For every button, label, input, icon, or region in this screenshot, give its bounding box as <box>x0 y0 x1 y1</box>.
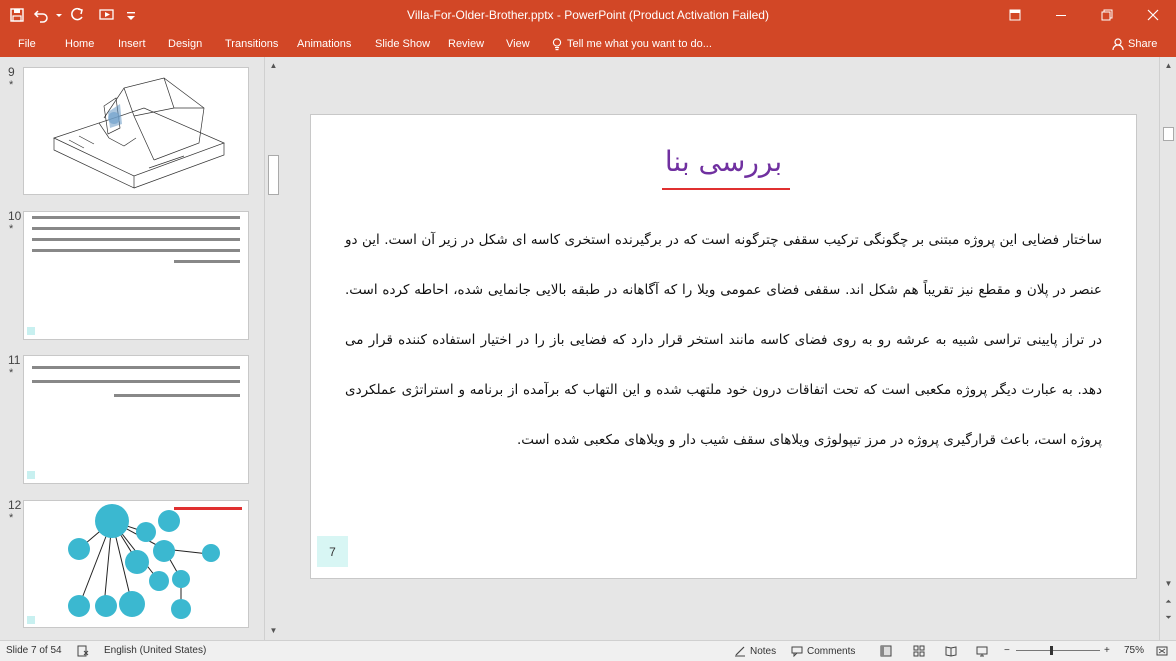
zoom-slider-track[interactable] <box>1016 650 1100 651</box>
minimize-icon[interactable] <box>1038 0 1084 30</box>
title-bar: Villa-For-Older-Brother.pptx - PowerPoin… <box>0 0 1176 30</box>
slide-counter[interactable]: Slide 7 of 54 <box>6 645 62 656</box>
animation-star-icon: * <box>9 512 14 524</box>
thumbnail-page-box <box>27 616 35 624</box>
thumbnail-text-line <box>174 260 240 263</box>
thumbnail-text-line <box>32 380 240 383</box>
thumbnail-number: 10 <box>8 209 22 223</box>
scroll-up-icon[interactable]: ▲ <box>265 59 282 73</box>
slide-scrollbar[interactable]: ▲ ▼ ⏶ ⏷ <box>1159 57 1176 640</box>
notes-icon <box>735 646 745 657</box>
zoom-level[interactable]: 75% <box>1124 645 1144 656</box>
thumbnail-text-line <box>32 238 240 241</box>
thumbnail-number: 11 <box>8 353 21 367</box>
lightbulb-icon <box>552 37 562 50</box>
close-icon[interactable] <box>1130 0 1176 30</box>
thumbnail-text-line <box>32 216 240 219</box>
fit-slide-icon[interactable] <box>1156 645 1168 657</box>
villa-axonometric-drawing <box>53 77 225 189</box>
thumbnail-number: 9 <box>8 65 15 79</box>
title-underline <box>662 188 790 190</box>
tab-slide-show[interactable]: Slide Show <box>375 35 430 53</box>
slide-thumbnail-11[interactable] <box>23 355 249 484</box>
current-slide[interactable]: بررسی بنا ساختار فضایی این پروژه مبتنی ب… <box>310 114 1137 579</box>
slide-thumbnail-10[interactable] <box>23 211 249 340</box>
zoom-out-icon[interactable]: − <box>1004 645 1010 656</box>
tab-animations[interactable]: Animations <box>297 35 351 53</box>
scroll-down-icon[interactable]: ▼ <box>265 624 282 638</box>
comments-label: Comments <box>807 645 856 657</box>
tab-transitions[interactable]: Transitions <box>225 35 278 53</box>
tab-home[interactable]: Home <box>65 35 94 53</box>
slide-thumbnail-9[interactable] <box>23 67 249 195</box>
thumbnail-number: 12 <box>8 498 22 512</box>
status-bar: Slide 7 of 54 English (United States) No… <box>0 640 1176 661</box>
thumbnail-page-box <box>27 327 35 335</box>
normal-view-icon[interactable] <box>880 645 892 657</box>
ribbon-tabs: File Home Insert Design Transitions Anim… <box>0 30 1176 57</box>
tell-me-box[interactable]: Tell me what you want to do... <box>552 35 712 53</box>
slide-editing-area: بررسی بنا ساختار فضایی این پروژه مبتنی ب… <box>282 57 1159 640</box>
language-indicator[interactable]: English (United States) <box>104 645 206 656</box>
tab-file[interactable]: File <box>18 35 36 53</box>
thumbnail-text-line <box>32 227 240 230</box>
slide-page-number: 7 <box>317 536 348 567</box>
tab-insert[interactable]: Insert <box>118 35 146 53</box>
scroll-up-icon[interactable]: ▲ <box>1160 59 1176 73</box>
thumbnail-scrollbar[interactable]: ▲ ▼ <box>264 57 281 640</box>
thumbnail-text-line <box>32 366 240 369</box>
animation-star-icon: * <box>9 223 14 235</box>
slide-sorter-icon[interactable] <box>913 645 925 657</box>
zoom-in-icon[interactable]: + <box>1104 645 1110 656</box>
notes-button[interactable]: Notes <box>734 645 776 657</box>
scrollbar-thumb[interactable] <box>268 155 279 195</box>
previous-slide-icon[interactable]: ⏶ <box>1160 595 1176 609</box>
scroll-down-icon[interactable]: ▼ <box>1160 577 1176 591</box>
slide-thumbnail-12[interactable] <box>23 500 249 628</box>
tab-design[interactable]: Design <box>168 35 202 53</box>
animation-star-icon: * <box>9 79 14 91</box>
tell-me-text: Tell me what you want to do... <box>567 38 712 50</box>
restore-icon[interactable] <box>1084 0 1130 30</box>
comment-icon <box>791 646 803 657</box>
spelling-check-icon[interactable] <box>77 645 89 657</box>
reading-view-icon[interactable] <box>945 645 957 657</box>
zoom-slider-knob[interactable] <box>1050 646 1053 655</box>
next-slide-icon[interactable]: ⏷ <box>1160 611 1176 625</box>
animation-star-icon: * <box>9 367 14 379</box>
person-icon <box>1112 37 1124 50</box>
bubble-diagram <box>68 504 242 619</box>
window-controls <box>992 0 1176 30</box>
tab-view[interactable]: View <box>506 35 530 53</box>
ribbon-display-options-icon[interactable] <box>992 0 1038 30</box>
thumbnail-text-line <box>32 249 240 252</box>
notes-label: Notes <box>750 645 777 657</box>
comments-button[interactable]: Comments <box>791 645 855 657</box>
slide-body-text[interactable]: ساختار فضایی این پروژه مبتنی بر چگونگی ت… <box>345 215 1102 465</box>
slide-thumbnail-pane: 9 * 10 * 11 * 12 * <box>0 57 264 640</box>
tab-review[interactable]: Review <box>448 35 484 53</box>
thumbnail-text-line <box>114 394 240 397</box>
thumbnail-page-box <box>27 471 35 479</box>
slide-show-view-icon[interactable] <box>976 645 988 657</box>
slide-title[interactable]: بررسی بنا <box>311 145 1136 178</box>
share-button[interactable]: Share <box>1112 35 1157 53</box>
share-label: Share <box>1128 38 1158 50</box>
scrollbar-thumb[interactable] <box>1163 127 1174 141</box>
